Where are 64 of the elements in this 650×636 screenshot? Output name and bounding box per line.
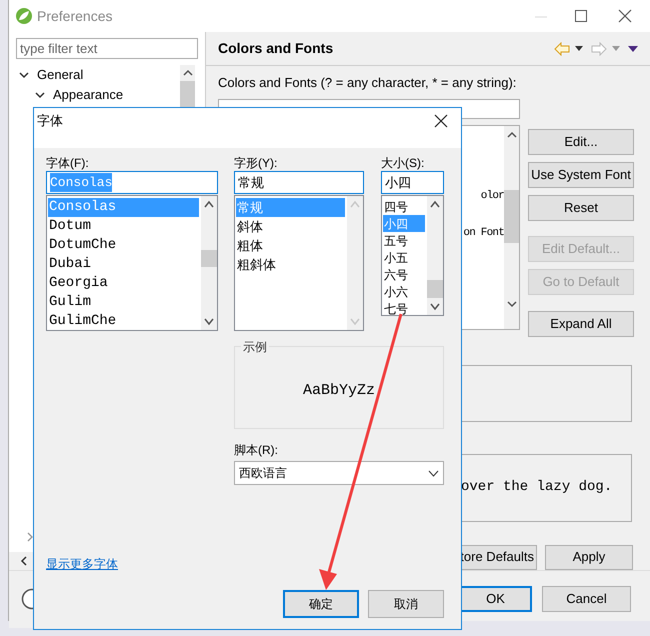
list-item[interactable]: Dubai xyxy=(48,255,199,274)
filter-field[interactable]: type filter text xyxy=(16,38,198,59)
scroll-up-icon[interactable] xyxy=(430,200,440,208)
script-label: 脚本(R): xyxy=(234,442,278,459)
close-icon[interactable] xyxy=(618,9,632,23)
preview-text: over the lazy dog. xyxy=(461,478,612,497)
chevron-down-icon[interactable] xyxy=(35,90,45,100)
button[interactable]: Apply xyxy=(545,544,633,570)
input-field[interactable]: 常规 xyxy=(234,171,364,194)
tree-item[interactable]: Appearance xyxy=(53,85,124,105)
list-item[interactable]: 粗体 xyxy=(236,236,345,255)
scrollbar-thumb[interactable] xyxy=(201,250,217,267)
menu-caret-icon[interactable] xyxy=(628,46,638,52)
chevron-down-icon xyxy=(428,470,439,476)
button[interactable]: Use System Font xyxy=(528,162,634,188)
list-item[interactable]: Gulim xyxy=(48,293,199,312)
dropdown-caret-icon[interactable] xyxy=(575,46,583,51)
chevron-down-icon[interactable] xyxy=(19,70,29,80)
scroll-up-icon[interactable] xyxy=(506,130,516,140)
list-item[interactable]: 粗斜体 xyxy=(236,255,345,274)
button[interactable]: Expand All xyxy=(528,310,634,336)
list-item[interactable]: 四号 xyxy=(383,198,425,215)
scrollbar-thumb[interactable] xyxy=(504,190,519,242)
tree-item[interactable]: olor xyxy=(480,188,504,204)
filter-label: Colors and Fonts (? = any character, * = any string): xyxy=(218,74,518,92)
scroll-down-icon[interactable] xyxy=(430,303,440,311)
field-label: 字形(Y): xyxy=(234,155,278,171)
list-item[interactable]: 六号 xyxy=(383,266,425,283)
list-item[interactable]: Dotum xyxy=(48,217,199,236)
scroll-up-icon[interactable] xyxy=(204,200,214,208)
more-fonts-link[interactable]: 显示更多字体 xyxy=(46,555,118,573)
list-item[interactable]: 七号 xyxy=(383,300,425,317)
list-item[interactable]: 五号 xyxy=(383,232,425,249)
tree-item[interactable]: on Font xyxy=(463,224,504,241)
scrollbar-thumb[interactable] xyxy=(427,280,443,298)
chevron-right-icon[interactable] xyxy=(25,532,35,542)
scroll-up-icon[interactable] xyxy=(182,68,192,78)
input-field[interactable]: 小四 xyxy=(381,171,444,194)
scroll-left-icon[interactable] xyxy=(19,556,29,566)
field-label: 字体(F): xyxy=(46,155,90,171)
close-icon[interactable] xyxy=(434,114,448,128)
maximize-icon[interactable] xyxy=(574,9,588,23)
button[interactable]: 确定 xyxy=(283,590,359,618)
button[interactable]: Edit... xyxy=(528,128,634,154)
script-dropdown[interactable]: 西欧语言 xyxy=(234,461,444,485)
scroll-down-icon[interactable] xyxy=(506,298,516,308)
list-item[interactable]: 小六 xyxy=(383,283,425,300)
button[interactable]: Reset xyxy=(528,194,634,220)
sample-text: AaBbYyZz xyxy=(302,381,375,402)
list-item[interactable]: GulimChe xyxy=(48,312,199,331)
list-item[interactable]: 斜体 xyxy=(236,217,345,236)
field-label: 大小(S): xyxy=(381,155,426,171)
window-title: Preferences xyxy=(37,6,112,26)
list-item[interactable]: 小五 xyxy=(383,249,425,266)
button[interactable]: OK xyxy=(459,586,532,612)
list-item[interactable]: Georgia xyxy=(48,274,199,293)
leaf-logo-icon xyxy=(15,7,33,25)
button[interactable]: 取消 xyxy=(368,590,444,618)
button[interactable]: Cancel xyxy=(542,586,631,612)
tree-item[interactable]: General xyxy=(37,65,84,85)
page-title: Colors and Fonts xyxy=(218,39,334,58)
list-item[interactable]: DotumChe xyxy=(48,236,199,255)
scroll-down-icon[interactable] xyxy=(204,318,214,326)
dialog-title: 字体 xyxy=(37,112,63,130)
